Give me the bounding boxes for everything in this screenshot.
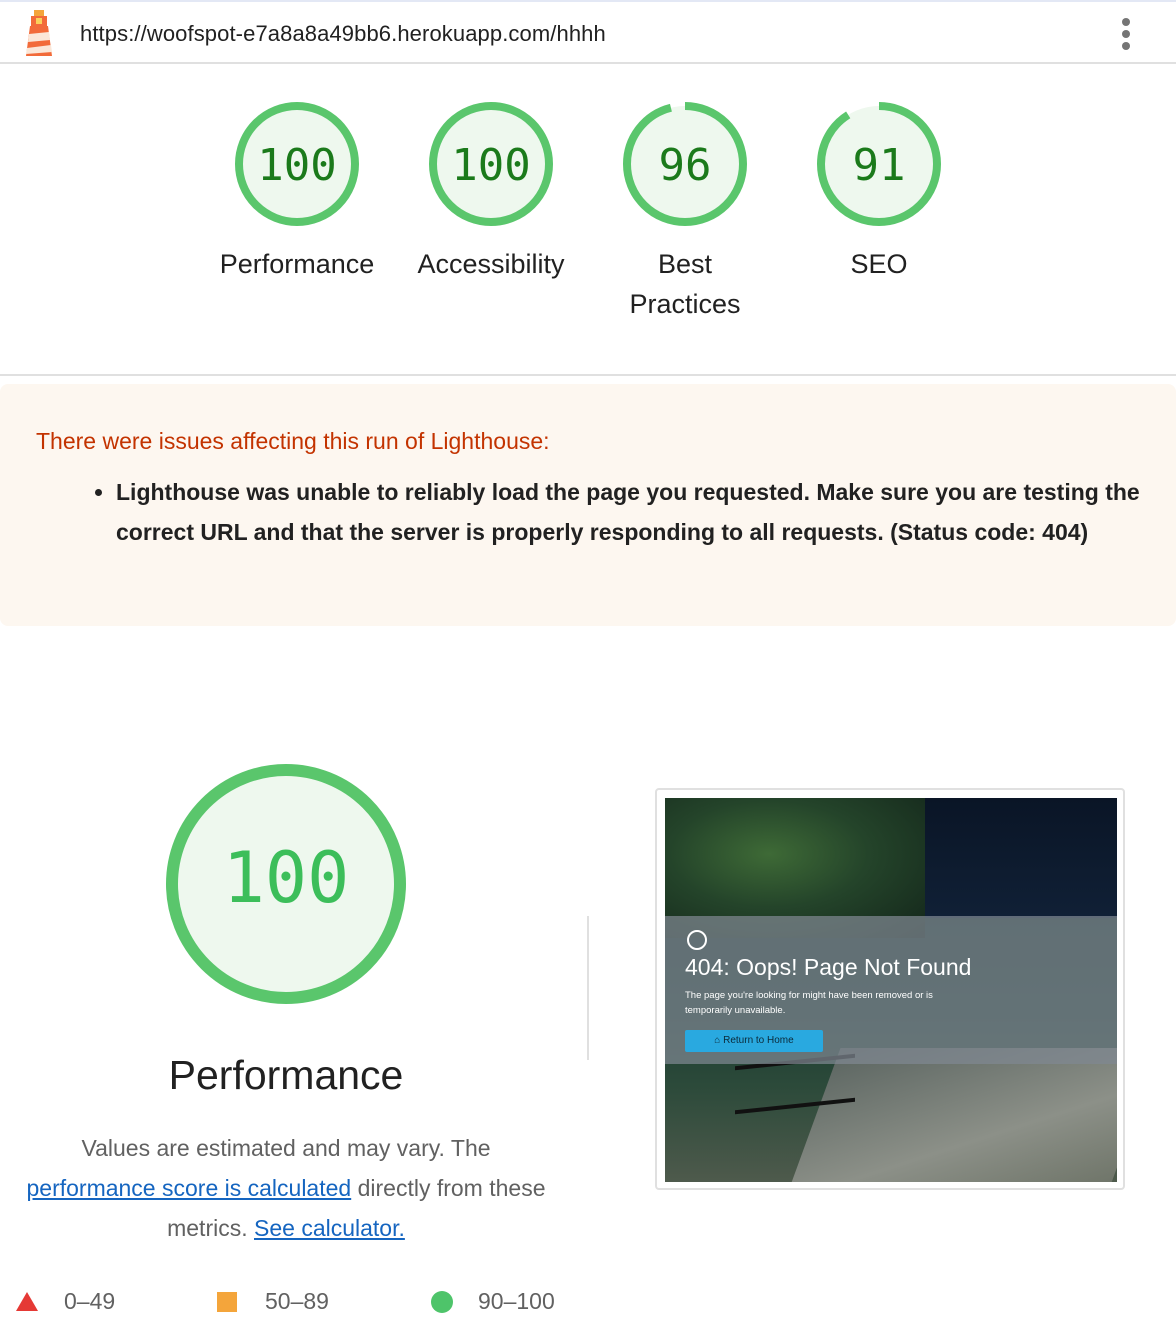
average-square-icon [217,1292,237,1312]
performance-gauge: 100 [166,764,406,1004]
gauge-score: 96 [659,140,712,191]
legend-pass: 90–100 [478,1288,555,1314]
legend-average: 50–89 [265,1288,329,1314]
legend-fail: 0–49 [64,1288,116,1314]
final-screenshot[interactable]: 404: Oops! Page Not Found The page you'r… [655,788,1125,1190]
score-legend: 0–49 50–89 90–100 [0,1284,640,1318]
gauge-label-line: Best [657,249,713,279]
screenshot-home-button: ⌂ Return to Home [685,1030,823,1052]
gauge-label-line: Accessibility [417,249,565,279]
gauge-ring: 100 [235,102,359,226]
home-icon: ⌂ [714,1035,724,1046]
gauge-best-practices[interactable]: 96 Best Practices [585,100,785,324]
vertical-divider [587,916,589,1060]
gauge-accessibility[interactable]: 100 Accessibility [391,100,591,284]
gauge-ring: 96 [623,102,747,226]
gauge-label-line: Performance [219,249,375,279]
gauge-label: Accessibility [391,244,591,284]
score-calculated-link[interactable]: performance score is calculated [26,1175,351,1201]
report-url[interactable]: https://woofspot-e7a8a8a49bb6.herokuapp.… [80,21,606,47]
lighthouse-icon [26,10,52,56]
section-divider [0,374,1176,376]
desc-text: Values are estimated and may vary. The [81,1135,491,1161]
report-header: https://woofspot-e7a8a8a49bb6.herokuapp.… [0,0,1176,64]
gauge-score: 100 [451,140,530,191]
warning-title: There were issues affecting this run of … [36,428,550,454]
fail-triangle-icon [16,1292,38,1311]
gauge-label: Best Practices [585,244,785,324]
performance-description: Values are estimated and may vary. The p… [20,1128,552,1248]
screenshot-text: The page you're looking for might have b… [685,990,933,1016]
screenshot-button-label: Return to Home [723,1035,794,1046]
gauge-label: SEO [779,244,979,284]
gauge-label: Performance [197,244,397,284]
run-warnings: There were issues affecting this run of … [0,384,1176,626]
site-logo-icon [687,930,707,950]
performance-title: Performance [168,1052,404,1098]
gauge-performance[interactable]: 100 Performance [197,100,397,284]
kebab-menu-icon[interactable] [1114,14,1138,54]
pass-circle-icon [431,1291,453,1313]
gauge-score: 100 [257,140,336,191]
see-calculator-link[interactable]: See calculator. [254,1215,405,1241]
gauge-score: 91 [853,140,906,191]
warning-item: Lighthouse was unable to reliably load t… [116,472,1176,552]
performance-score: 100 [223,837,349,919]
gauge-seo[interactable]: 91 SEO [779,100,979,284]
warning-list: Lighthouse was unable to reliably load t… [88,472,1176,552]
gauge-label-line: Practices [629,289,741,319]
gauge-ring: 91 [817,102,941,226]
gauge-label-line: SEO [850,249,908,279]
screenshot-heading: 404: Oops! Page Not Found [685,954,972,980]
gauge-ring: 100 [429,102,553,226]
screenshot-image: 404: Oops! Page Not Found The page you'r… [665,798,1117,1182]
